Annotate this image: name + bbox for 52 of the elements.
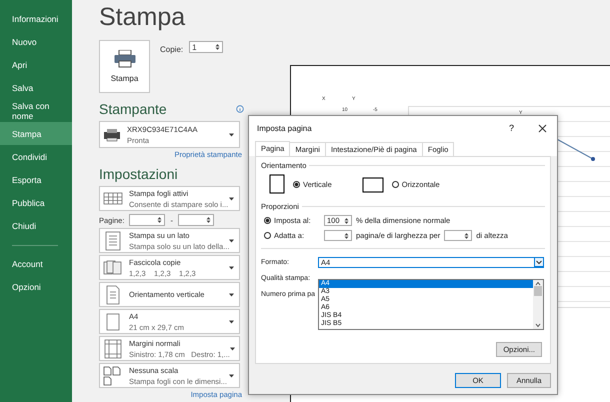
caret-icon <box>229 132 234 136</box>
menu-item[interactable]: Apri <box>0 53 57 76</box>
section-heading: Impostazioni <box>99 165 179 183</box>
menu-item[interactable]: Nuovo <box>0 30 57 53</box>
copies-field[interactable]: 1 <box>189 41 224 53</box>
page-from-field[interactable] <box>129 214 166 226</box>
caret-icon <box>230 346 235 350</box>
caret-icon <box>229 292 234 296</box>
height-pages-field[interactable] <box>444 230 472 241</box>
menu-item[interactable]: Condividi <box>0 145 57 168</box>
menu-item[interactable]: Account <box>0 252 57 275</box>
page-title: Stampa <box>99 2 186 33</box>
section-heading: Stampante <box>99 100 167 118</box>
collate-icon <box>103 258 123 278</box>
width-pages-field[interactable] <box>324 230 352 241</box>
menu-item[interactable]: Salva con nome <box>0 99 57 122</box>
info-icon[interactable] <box>236 105 244 113</box>
portrait-page-icon <box>269 174 285 194</box>
copies-label: Copie: <box>160 45 184 54</box>
caret-icon <box>229 196 234 200</box>
menu-item[interactable]: Stampa <box>0 122 72 145</box>
printer-icon <box>103 128 121 142</box>
spin-arrows-icon[interactable] <box>215 43 220 51</box>
spin-arrows-icon[interactable] <box>344 216 349 224</box>
spin-arrows-icon[interactable] <box>157 216 162 224</box>
caret-icon <box>229 374 234 378</box>
printer-icon <box>114 50 136 68</box>
scrollbar[interactable] <box>533 280 543 329</box>
sides-icon <box>103 230 123 250</box>
spin-arrows-icon[interactable] <box>464 232 470 240</box>
caret-icon <box>229 320 234 324</box>
menu-item[interactable]: Salva <box>0 76 57 99</box>
chevron-down-icon[interactable] <box>534 257 544 267</box>
scaling-icon <box>103 366 123 386</box>
close-icon[interactable] <box>538 124 547 132</box>
scrollbar-thumb[interactable] <box>534 286 542 296</box>
menu-item[interactable]: Informazioni <box>0 7 57 30</box>
menu-item[interactable]: Esporta <box>0 168 57 191</box>
menu-item[interactable]: Chiudi <box>0 214 57 237</box>
help-button[interactable]: ? <box>508 123 514 133</box>
spin-arrows-icon[interactable] <box>344 232 349 240</box>
caret-icon <box>229 238 234 242</box>
chevron-up-icon[interactable] <box>535 281 541 286</box>
menu-item[interactable]: Pubblica <box>0 191 57 214</box>
caret-icon <box>229 266 234 270</box>
page-to-field[interactable] <box>178 214 214 226</box>
menu-item[interactable]: Opzioni <box>0 275 57 298</box>
chevron-down-icon[interactable] <box>535 323 541 328</box>
dialog-title: Imposta pagina <box>257 124 313 132</box>
spin-arrows-icon[interactable] <box>206 216 211 224</box>
print-button[interactable]: Stampa <box>99 40 150 93</box>
margins-icon <box>103 338 123 358</box>
